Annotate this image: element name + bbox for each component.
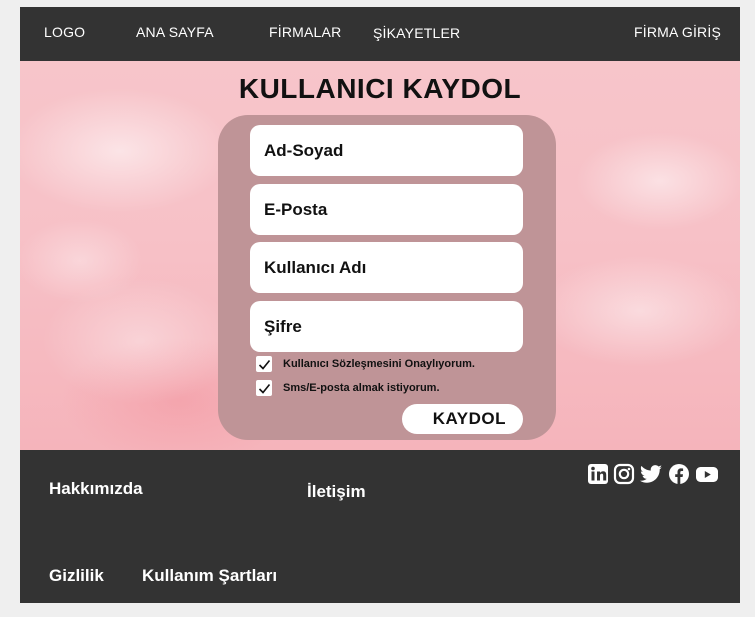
password-field[interactable]: Şifre xyxy=(250,301,523,352)
hero-section: KULLANICI KAYDOL Ad-Soyad E-Posta Kullan… xyxy=(20,61,740,450)
linkedin-icon[interactable] xyxy=(587,463,609,485)
nav-complaints[interactable]: ŞİKAYETLER xyxy=(373,25,460,41)
nav-company-login[interactable]: FİRMA GİRİŞ xyxy=(634,24,721,40)
twitter-icon[interactable] xyxy=(639,463,663,485)
sms-checkbox[interactable] xyxy=(256,380,272,396)
top-navbar: LOGO ANA SAYFA FİRMALAR ŞİKAYETLER FİRMA… xyxy=(20,7,740,61)
page-frame: LOGO ANA SAYFA FİRMALAR ŞİKAYETLER FİRMA… xyxy=(20,7,740,603)
footer: Hakkımızda İletişim Gizlilik Kullanım Şa… xyxy=(20,450,740,603)
facebook-icon[interactable] xyxy=(667,463,691,485)
nav-companies[interactable]: FİRMALAR xyxy=(269,24,341,40)
email-field[interactable]: E-Posta xyxy=(250,184,523,235)
youtube-icon[interactable] xyxy=(695,463,719,485)
agreement-checkbox-row[interactable]: Kullanıcı Sözleşmesini Onaylıyorum. xyxy=(256,355,475,373)
check-icon xyxy=(258,383,270,394)
nav-home[interactable]: ANA SAYFA xyxy=(136,24,214,40)
register-form: Ad-Soyad E-Posta Kullanıcı Adı Şifre Kul… xyxy=(218,115,556,440)
instagram-icon[interactable] xyxy=(613,463,635,485)
fullname-field[interactable]: Ad-Soyad xyxy=(250,125,523,176)
footer-terms-link[interactable]: Kullanım Şartları xyxy=(142,566,277,586)
register-button[interactable]: KAYDOL xyxy=(402,404,523,434)
check-icon xyxy=(258,359,270,370)
logo[interactable]: LOGO xyxy=(44,24,85,40)
username-field[interactable]: Kullanıcı Adı xyxy=(250,242,523,293)
footer-about-link[interactable]: Hakkımızda xyxy=(49,479,143,499)
sms-label: Sms/E-posta almak istiyorum. xyxy=(283,382,440,394)
footer-contact-link[interactable]: İletişim xyxy=(307,482,366,502)
sms-checkbox-row[interactable]: Sms/E-posta almak istiyorum. xyxy=(256,379,440,397)
agreement-label: Kullanıcı Sözleşmesini Onaylıyorum. xyxy=(283,358,475,370)
agreement-checkbox[interactable] xyxy=(256,356,272,372)
page-title: KULLANICI KAYDOL xyxy=(238,73,522,104)
social-links xyxy=(587,463,723,485)
footer-privacy-link[interactable]: Gizlilik xyxy=(49,566,104,586)
